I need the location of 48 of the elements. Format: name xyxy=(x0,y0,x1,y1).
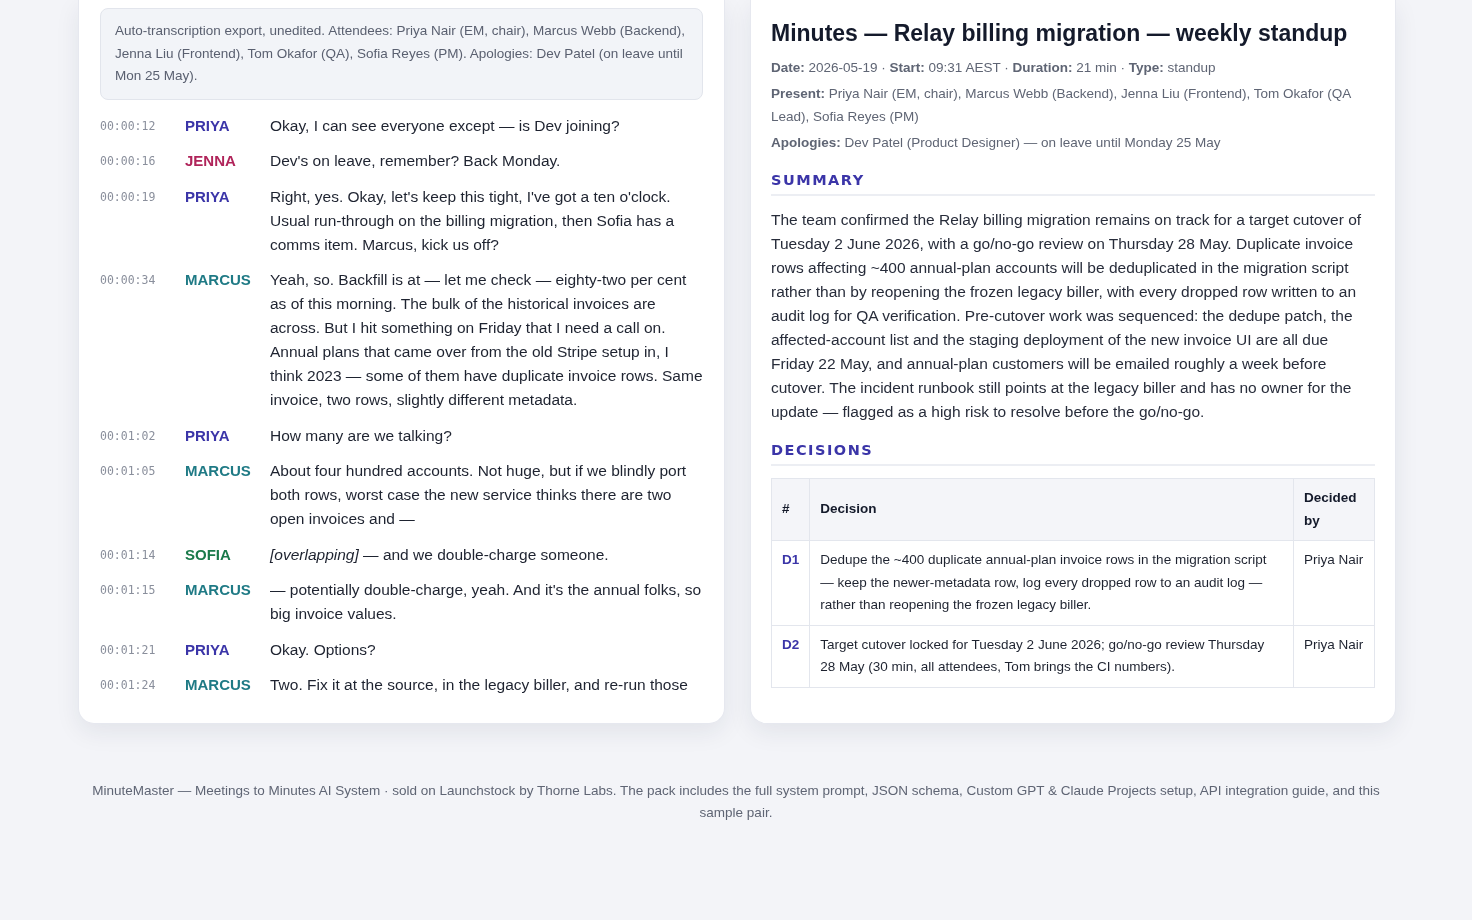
speaker-name: MARCUS xyxy=(185,461,252,481)
meta-line: Date: 2026-05-19 · Start: 09:31 AEST · Duration: 21 min · Type: standup xyxy=(771,59,1217,77)
timestamp: 00:00:12 xyxy=(100,117,157,135)
timestamp: 00:01:05 xyxy=(100,463,157,480)
meta-line: Present: Priya Nair (EM, chair), Marcus Webb (Backend), Jenna Liu (Frontend), Tom Okafor (QA Lead), Sofia Reyes (PM) xyxy=(771,85,1352,126)
speaker-name: SOFIA xyxy=(185,544,232,565)
timestamp: 00:01:24 xyxy=(100,677,157,694)
timestamp: 00:00:19 xyxy=(100,188,157,206)
section-heading: SUMMARY xyxy=(771,172,1375,196)
table-cell: Dedupe the ~400 duplicate annual-plan invoice rows in the migration script — keep the newer-metadata row, log every dropped row to an audit log — rather than reopening the frozen legacy biller. xyxy=(809,540,1294,625)
speaker-name: MARCUS xyxy=(185,675,252,695)
timestamp: 00:01:15 xyxy=(100,582,157,599)
utterance-text: About four hundred accounts. Not huge, but if we blindly port both rows, worst case the new service thinks there are two open invoices and — xyxy=(270,461,688,529)
column-header: Decided by xyxy=(1293,478,1375,541)
speaker-name: MARCUS xyxy=(185,580,252,600)
speaker-name: JENNA xyxy=(185,151,237,171)
utterance-text: How many are we talking? xyxy=(270,425,453,446)
utterance-text: Okay. Options? xyxy=(270,639,377,660)
speaker-name: PRIYA xyxy=(185,425,231,446)
table-cell: Target cutover locked for Tuesday 2 June 2026; go/no-go review Thursday 28 May (30 min, all attendees, Tom brings the CI numbers). xyxy=(809,625,1294,687)
speaker-name: MARCUS xyxy=(185,270,252,290)
utterance-text: — potentially double-charge, yeah. And it's the annual folks, so big invoice values. xyxy=(270,580,703,624)
table-cell: D2 xyxy=(771,625,810,687)
table-cell: D1 xyxy=(771,540,810,625)
timestamp: 00:00:34 xyxy=(100,272,157,289)
speaker-name: PRIYA xyxy=(185,115,231,136)
section-heading: DECISIONS xyxy=(771,442,1375,466)
speaker-name: PRIYA xyxy=(185,639,231,660)
timestamp: 00:01:02 xyxy=(100,427,157,445)
footer-text: MinuteMaster — Meetings to Minutes AI System · sold on Launchstock by Thorne Labs. The pack includes the full system prompt, JSON schema, Custom GPT & Claude Projects setup, API integration guide, and this sample pair. xyxy=(91,781,1381,822)
utterance-text: Two. Fix it at the source, in the legacy biller, and re-run those xyxy=(270,675,689,695)
column-header: Decision xyxy=(809,478,1294,541)
utterance-text: Dev's on leave, remember? Back Monday. xyxy=(270,151,562,171)
column-header: # xyxy=(771,478,810,541)
transcript-note: Auto-transcription export, unedited. Attendees: Priya Nair (EM, chair), Marcus Webb (Backend), Jenna Liu (Frontend), Tom Okafor (QA), Sofia Reyes (PM). Apologies: Dev Patel (on leave until Mon 25 May). xyxy=(100,8,703,100)
utterance-text: Yeah, so. Backfill is at — let me check — eighty-two per cent as of this morning. The bulk of the historical invoices are across. But I hit something on Friday that I need a call on. Annual plans that came over from the old Stripe setup in, I think 2023 — some of them have duplicate invoice rows. Same invoice, two rows, slightly different metadata. xyxy=(270,270,703,410)
minutes-title: Minutes — Relay billing migration — weekly standup xyxy=(771,19,1349,48)
meta-line: Apologies: Dev Patel (Product Designer) — on leave until Monday 25 May xyxy=(771,134,1222,152)
utterance-text: Okay, I can see everyone except — is Dev joining? xyxy=(270,115,621,136)
timestamp: 00:01:14 xyxy=(100,546,157,564)
utterance-text: Right, yes. Okay, let's keep this tight, I've got a ten o'clock. Usual run-through on the billing migration, then Sofia has a comms item. Marcus, kick us off? xyxy=(270,186,676,255)
timestamp: 00:00:16 xyxy=(100,153,157,170)
table-cell: Priya Nair xyxy=(1293,540,1375,625)
table-cell: Priya Nair xyxy=(1293,625,1375,687)
speaker-name: PRIYA xyxy=(185,186,231,207)
summary-text: The team confirmed the Relay billing migration remains on track for a target cutover of Tuesday 2 June 2026, with a go/no-go review on Thursday 28 May. Duplicate invoice rows affecting ~400 annual-plan accounts will be deduplicated in the migration script rather than by reopening the frozen legacy biller, with every dropped row written to an audit log for QA verification. Pre-cutover work was sequenced: the dedupe patch, the affected-account list and the staging deployment of the new invoice UI are all due Friday 22 May, and annual-plan customers will be emailed roughly a week before cutover. The incident runbook still points at the legacy biller and has no owner for the update — flagged as a high risk to resolve before the go/no-go. xyxy=(771,210,1363,422)
utterance-text: [overlapping] — and we double-charge someone. xyxy=(270,544,610,565)
timestamp: 00:01:21 xyxy=(100,641,157,659)
